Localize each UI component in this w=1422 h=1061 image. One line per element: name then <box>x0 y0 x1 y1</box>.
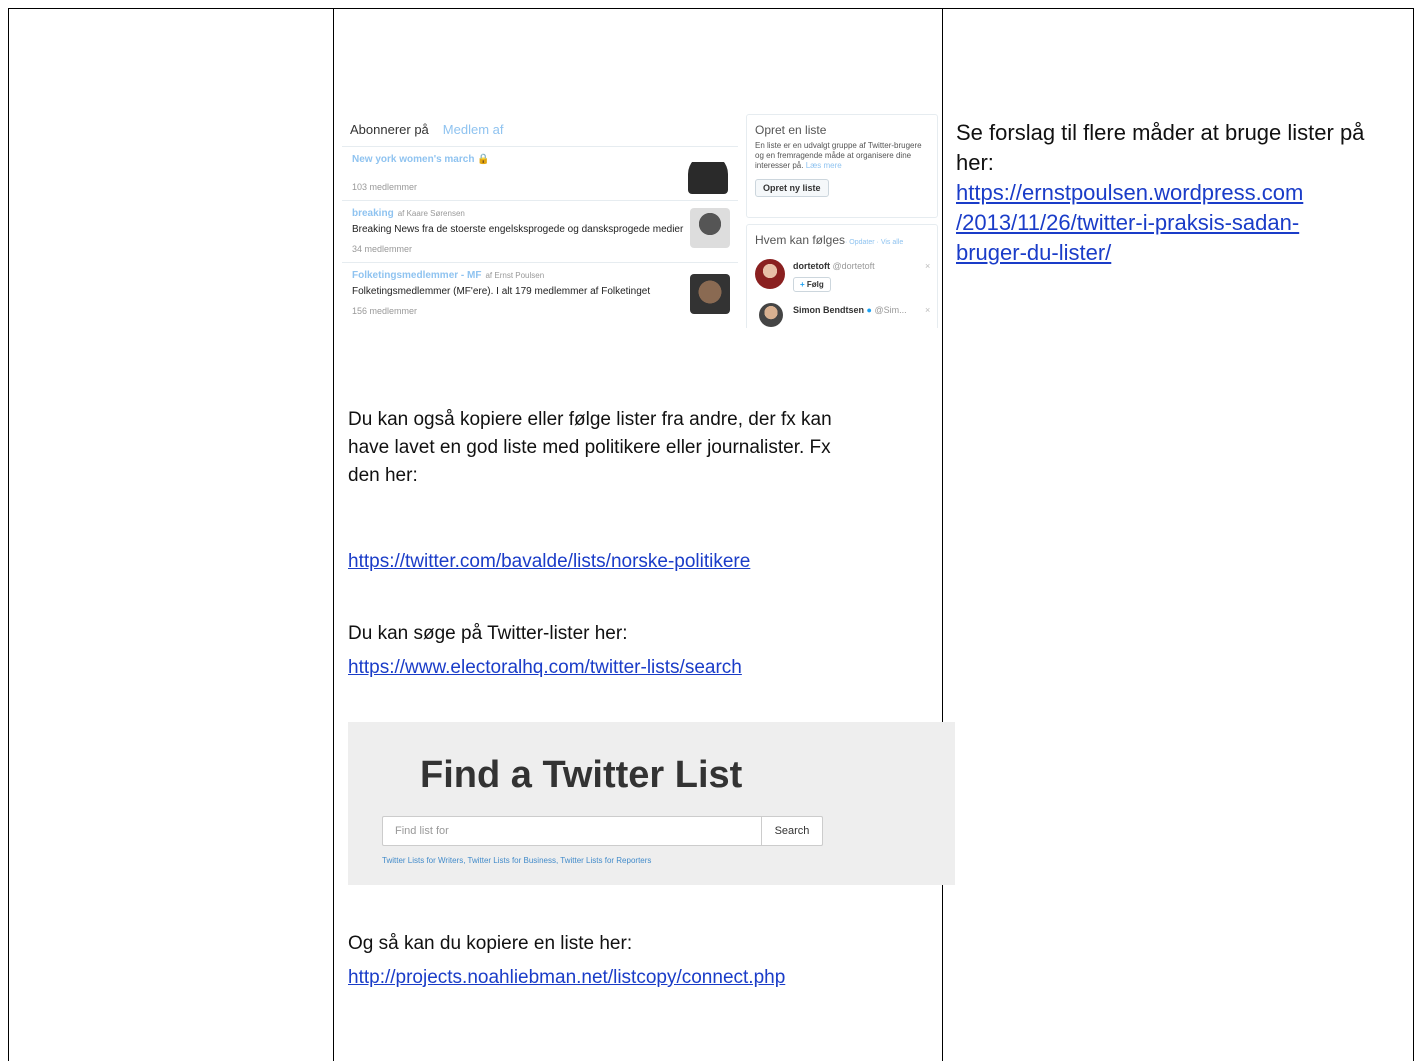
tab-member-of[interactable]: Medlem af <box>443 122 504 137</box>
sidebar-panel: Opret en liste En liste er en udvalgt gr… <box>746 112 942 328</box>
close-icon[interactable]: × <box>925 305 930 315</box>
list-item-name[interactable]: breaking af Kaare Sørensen <box>352 208 465 219</box>
avatar <box>690 274 730 314</box>
divider <box>342 146 738 147</box>
suggestion-text: Se forslag til flere måder at bruge list… <box>956 120 1365 175</box>
avatar <box>688 154 728 194</box>
link-electoralhq[interactable]: https://www.electoralhq.com/twitter-list… <box>348 654 918 682</box>
add-user-icon: + <box>800 280 805 289</box>
avatar <box>759 303 783 327</box>
avatar <box>755 259 785 289</box>
divider <box>342 200 738 201</box>
divider <box>342 262 738 263</box>
list-item-name[interactable]: New york women's march 🔒 <box>352 154 490 165</box>
category-links[interactable]: Twitter Lists for Writers, Twitter Lists… <box>382 856 651 865</box>
create-list-title: Opret en liste <box>755 123 827 137</box>
create-list-text: En liste er en udvalgt gruppe af Twitter… <box>755 141 922 170</box>
read-more-link[interactable]: Læs mere <box>806 161 842 170</box>
who-to-follow-title: Hvem kan følges· Opdater · Vis alle <box>755 233 904 247</box>
find-list-title: Find a Twitter List <box>420 754 743 796</box>
suggested-user[interactable]: Simon Bendtsen ● @Sim... <box>793 305 907 315</box>
right-column-text: Se forslag til flere måder at bruge list… <box>956 118 1401 268</box>
avatar <box>690 208 730 248</box>
verified-icon: ● <box>866 305 872 315</box>
column-divider-right <box>942 8 943 1061</box>
lists-panel: Abonnerer på Medlem af New york women's m… <box>342 112 738 328</box>
suggested-user[interactable]: dortetoft @dortetoft <box>793 261 875 271</box>
link-listcopy[interactable]: http://projects.noahliebman.net/listcopy… <box>348 964 918 992</box>
list-item-description: Folketingsmedlemmer (MF'ere). I alt 179 … <box>352 286 651 297</box>
find-list-input[interactable]: Find list for <box>382 816 762 846</box>
follow-button[interactable]: + Følg <box>793 277 831 292</box>
twitter-lists-screenshot: Abonnerer på Medlem af New york women's m… <box>342 112 942 328</box>
copy-list-text: Og så kan du kopiere en liste her: <box>348 933 633 954</box>
list-item-members: 103 medlemmer <box>352 182 418 192</box>
close-icon[interactable]: × <box>925 261 930 271</box>
lists-tabs: Abonnerer på Medlem af <box>350 122 503 137</box>
list-item-members: 156 medlemmer <box>352 306 418 316</box>
who-to-follow-card: Hvem kan følges· Opdater · Vis alle dort… <box>746 224 938 328</box>
list-item-name[interactable]: Folketingsmedlemmer - MF af Ernst Poulsen <box>352 270 544 281</box>
create-list-card: Opret en liste En liste er en udvalgt gr… <box>746 114 938 218</box>
column-divider-left <box>333 8 334 1061</box>
find-twitter-list-screenshot: Find a Twitter List Find list for Search… <box>348 722 955 885</box>
link-norske-politikere[interactable]: https://twitter.com/bavalde/lists/norske… <box>348 548 918 576</box>
list-item-description: Breaking News fra de stoerste engelskspr… <box>352 224 684 235</box>
create-list-button[interactable]: Opret ny liste <box>755 179 829 197</box>
who-to-follow-links[interactable]: · Opdater · Vis alle <box>845 239 903 246</box>
list-item-members: 34 medlemmer <box>352 244 413 254</box>
search-button[interactable]: Search <box>761 816 823 846</box>
copy-lists-paragraph: Du kan også kopiere eller følge lister f… <box>348 409 832 486</box>
ernstpoulsen-link[interactable]: https://ernstpoulsen.wordpress.com /2013… <box>956 178 1401 268</box>
tab-subscribed[interactable]: Abonnerer på <box>350 122 429 137</box>
lock-icon: 🔒 <box>477 154 490 165</box>
search-lists-text: Du kan søge på Twitter-lister her: <box>348 623 628 644</box>
